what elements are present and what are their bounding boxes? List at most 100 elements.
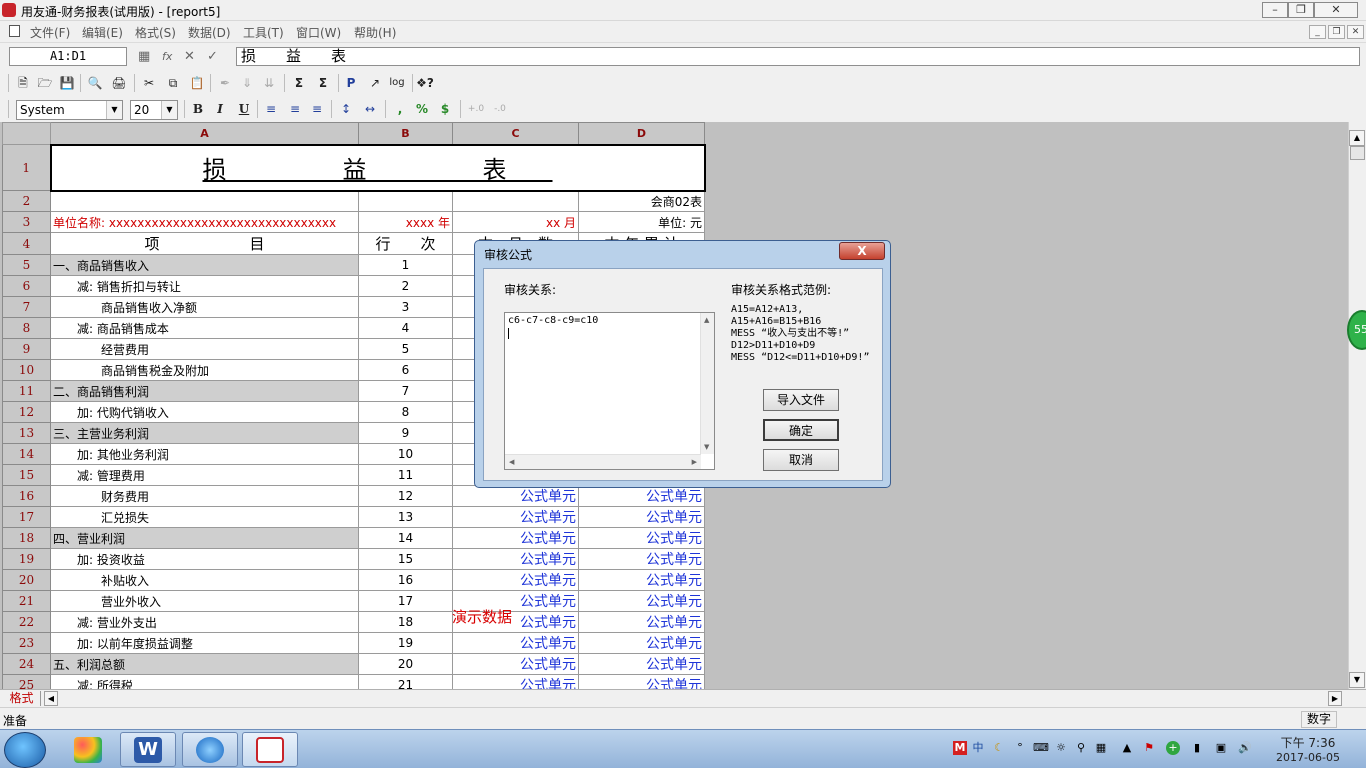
ime-logo-icon[interactable]: M	[953, 741, 967, 755]
font-select[interactable]: System ▼	[16, 100, 123, 120]
cancel-button[interactable]: 取消	[763, 449, 839, 471]
clock-date[interactable]: 2017-06-05	[1272, 751, 1344, 764]
row-header[interactable]: 19	[2, 548, 51, 570]
ime-chinese-indicator[interactable]: 中	[971, 741, 985, 755]
font-size-select[interactable]: 20 ▼	[130, 100, 178, 120]
row-header[interactable]: 24	[2, 653, 51, 675]
sheet-tab-format[interactable]: 格式	[3, 691, 41, 706]
open-folder-icon[interactable]: 🗁	[36, 74, 54, 92]
taskbar-report[interactable]	[242, 732, 298, 767]
row-header[interactable]: 9	[2, 338, 51, 360]
menu-format[interactable]: 格式(S)	[135, 24, 176, 41]
month-amount-cell[interactable]: 公式单元	[452, 527, 579, 549]
mdi-minimize-button[interactable]: _	[1309, 25, 1326, 39]
column-header[interactable]: C	[452, 122, 579, 145]
formula-input[interactable]: 损 益 表	[236, 47, 1360, 66]
row-header[interactable]: 6	[2, 275, 51, 297]
minimize-button[interactable]: –	[1262, 2, 1288, 18]
line-number-cell[interactable]: 15	[358, 548, 453, 570]
row-header[interactable]: 10	[2, 359, 51, 381]
comma-style-button[interactable]: ,	[391, 100, 409, 118]
confirm-edit-icon[interactable]: ✓	[207, 49, 218, 64]
month-cell[interactable]: xx 月	[452, 211, 579, 233]
row-header[interactable]: 13	[2, 422, 51, 444]
line-number-cell[interactable]: 16	[358, 569, 453, 591]
year-total-cell[interactable]: 公式单元	[578, 632, 705, 654]
item-cell[interactable]: 减: 商品销售成本	[50, 317, 359, 339]
month-amount-cell[interactable]: 公式单元	[452, 548, 579, 570]
row-header[interactable]: 14	[2, 443, 51, 465]
settings-icon[interactable]: ▦	[1094, 741, 1108, 755]
property-icon[interactable]: P	[342, 74, 360, 92]
mdi-close-button[interactable]: ✕	[1347, 25, 1364, 39]
restore-button[interactable]: ❐	[1288, 2, 1314, 18]
year-total-cell[interactable]: 公式单元	[578, 674, 705, 689]
select-all-corner[interactable]	[2, 122, 51, 145]
line-number-cell[interactable]: 12	[358, 485, 453, 507]
month-amount-cell[interactable]: 公式单元	[452, 674, 579, 689]
chevron-down-icon[interactable]: ▼	[161, 101, 177, 119]
row-header[interactable]: 1	[2, 144, 51, 191]
scroll-right-icon[interactable]: ▶	[692, 458, 697, 466]
currency-style-button[interactable]: $	[436, 100, 454, 118]
company-name-cell[interactable]: 单位名称: xxxxxxxxxxxxxxxxxxxxxxxxxxxxxxxx	[50, 211, 359, 233]
search-tool-icon[interactable]: ⚲	[1074, 741, 1088, 755]
line-number-cell[interactable]: 17	[358, 590, 453, 612]
line-number-cell[interactable]: 2	[358, 275, 453, 297]
item-cell[interactable]: 加: 其他业务利润	[50, 443, 359, 465]
row-header[interactable]: 22	[2, 611, 51, 633]
cell-reference-box[interactable]: A1:D1	[9, 47, 127, 66]
copy-icon[interactable]: ⧉	[164, 74, 182, 92]
scroll-down-icon[interactable]: ▼	[1349, 672, 1365, 688]
scroll-left-icon[interactable]: ◀	[509, 458, 514, 466]
keyboard-icon[interactable]: ⌨	[1033, 741, 1049, 755]
horizontal-spread-icon[interactable]: ↔	[361, 100, 379, 118]
help-pointer-icon[interactable]: ❖?	[416, 74, 434, 92]
row-header[interactable]: 12	[2, 401, 51, 423]
vertical-align-icon[interactable]: ↕	[337, 100, 355, 118]
row-header[interactable]: 2	[2, 190, 51, 212]
log-icon[interactable]: log	[388, 74, 406, 92]
vertical-scrollbar[interactable]: ▲ ▼	[1348, 122, 1366, 689]
row-header[interactable]: 8	[2, 317, 51, 339]
line-number-cell[interactable]: 20	[358, 653, 453, 675]
line-number-cell[interactable]: 9	[358, 422, 453, 444]
new-file-icon[interactable]: 🗎	[14, 74, 32, 92]
item-cell[interactable]: 加: 投资收益	[50, 548, 359, 570]
month-amount-cell[interactable]: 公式单元	[452, 506, 579, 528]
table-cell[interactable]	[50, 190, 359, 212]
scroll-up-icon[interactable]: ▲	[704, 316, 709, 324]
item-cell[interactable]: 三、主营业务利润	[50, 422, 359, 444]
print-preview-icon[interactable]: 🔍	[86, 74, 104, 92]
print-icon[interactable]: 🖨	[110, 74, 128, 92]
sum-range-icon[interactable]: Σ	[314, 74, 332, 92]
row-header[interactable]: 16	[2, 485, 51, 507]
align-left-icon[interactable]: ≡	[262, 100, 280, 118]
pointer-icon[interactable]: ↗	[366, 74, 384, 92]
line-number-cell[interactable]: 11	[358, 464, 453, 486]
function-icon[interactable]: fx	[162, 50, 172, 63]
menu-help[interactable]: 帮助(H)	[354, 24, 396, 41]
year-total-cell[interactable]: 公式单元	[578, 548, 705, 570]
column-header[interactable]: B	[358, 122, 453, 145]
line-number-cell[interactable]: 19	[358, 632, 453, 654]
scroll-thumb[interactable]	[1350, 146, 1365, 160]
table-cell[interactable]	[452, 190, 579, 212]
action-center-icon[interactable]: ⚑	[1142, 741, 1156, 755]
line-header-cell[interactable]: 行 次	[358, 232, 453, 255]
column-header[interactable]: D	[578, 122, 705, 145]
textarea-horizontal-scrollbar[interactable]: ◀ ▶	[505, 454, 701, 469]
taskbar-ie[interactable]	[182, 732, 238, 767]
menu-tools[interactable]: 工具(T)	[243, 24, 284, 41]
row-header[interactable]: 21	[2, 590, 51, 612]
cut-icon[interactable]: ✂	[140, 74, 158, 92]
month-amount-cell[interactable]: 公式单元	[452, 569, 579, 591]
item-cell[interactable]: 减: 管理费用	[50, 464, 359, 486]
paste-icon[interactable]: 📋	[188, 74, 206, 92]
form-code-cell[interactable]: 会商02表	[578, 190, 705, 212]
menu-edit[interactable]: 编辑(E)	[82, 24, 123, 41]
year-total-cell[interactable]: 公式单元	[578, 527, 705, 549]
line-number-cell[interactable]: 21	[358, 674, 453, 689]
delete-icon[interactable]: ⇊	[260, 74, 278, 92]
item-cell[interactable]: 汇兑损失	[50, 506, 359, 528]
